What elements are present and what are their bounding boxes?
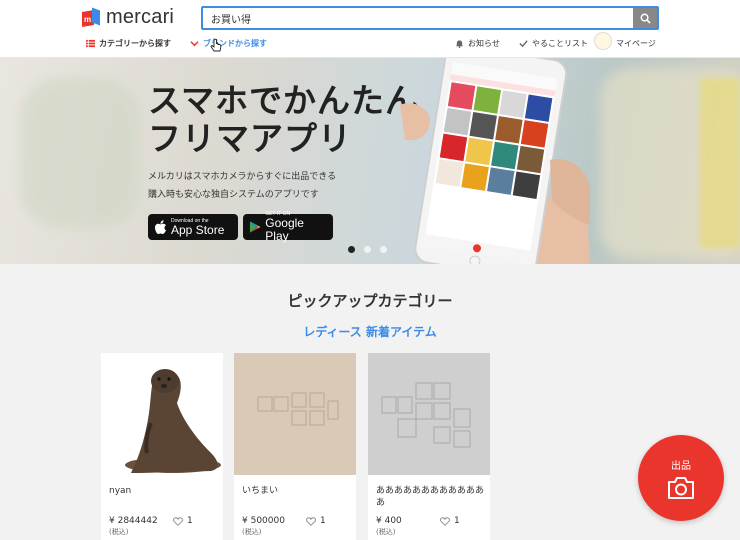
phone-illustration [400, 58, 590, 264]
search-input[interactable] [203, 8, 633, 28]
mercari-logo[interactable]: m mercari [82, 6, 174, 29]
item-tax: (税込) [242, 528, 262, 536]
sell-button[interactable]: 出品 [638, 435, 724, 521]
item-image [234, 353, 356, 475]
nav-category-label: カテゴリーから探す [99, 38, 171, 48]
heart-icon [306, 516, 316, 526]
app-store-big: App Store [171, 222, 225, 237]
bell-icon [455, 39, 464, 48]
item-image [101, 353, 223, 475]
item-likes[interactable]: 1 [173, 516, 193, 526]
logo-text: mercari [106, 6, 175, 28]
list-icon [86, 39, 95, 47]
item-likes[interactable]: 1 [306, 516, 326, 526]
chevron-down-icon [190, 40, 199, 46]
section-title: ピックアップカテゴリー [287, 292, 453, 310]
item-name: あああああああああああああ [376, 486, 485, 508]
google-play-icon [249, 221, 261, 233]
hero-title: スマホでかんたん フリマアプリ [148, 81, 420, 158]
search-icon [640, 13, 651, 24]
check-icon [519, 39, 528, 47]
item-price: ¥ 500000 [242, 516, 285, 526]
search-button[interactable] [633, 8, 657, 28]
item-price: ¥ 2844442 [109, 516, 158, 526]
nav-brand[interactable]: ブランドから探す [190, 36, 267, 50]
mercari-cube-icon: m [82, 7, 100, 28]
item-name: nyan [109, 486, 132, 496]
carousel-dots [348, 246, 387, 253]
heart-icon [173, 516, 183, 526]
heart-icon [440, 516, 450, 526]
carousel-dot[interactable] [348, 246, 355, 253]
hero-description: メルカリはスマホカメラからすぐに出品できる 購入時も安心な独自システムのアプリで… [148, 172, 337, 200]
header: m mercari カテゴリーから探す ブランドから探す お知らせ やることリス… [0, 0, 740, 58]
nav-category[interactable]: カテゴリーから探す [86, 36, 171, 50]
item-tax: (税込) [109, 528, 129, 536]
nav-todo[interactable]: やることリスト [519, 36, 588, 50]
item-likes-count: 1 [187, 516, 193, 526]
item-tax: (税込) [376, 528, 396, 536]
hero-banner[interactable]: スマホでかんたん フリマアプリ メルカリはスマホカメラからすぐに出品できる 購入… [0, 58, 740, 264]
avatar [594, 32, 612, 50]
google-play-button[interactable]: GET IT ON Google Play [243, 211, 333, 243]
app-store-button[interactable]: Download on the App Store [148, 214, 238, 240]
sell-button-label: 出品 [671, 460, 691, 472]
pointer-cursor-icon [210, 38, 222, 52]
item-card[interactable]: いちまい ¥ 500000 (税込) 1 [234, 353, 356, 540]
nav-mypage[interactable]: マイページ [594, 32, 656, 50]
item-image [368, 353, 490, 475]
item-card[interactable]: nyan ¥ 2844442 (税込) 1 [101, 353, 223, 540]
carousel-dot[interactable] [380, 246, 387, 253]
google-play-big: Google Play [265, 216, 304, 243]
item-price: ¥ 400 [376, 516, 402, 526]
section-subtitle-link[interactable]: レディース 新着アイテム [0, 323, 740, 340]
item-likes[interactable]: 1 [440, 516, 460, 526]
nav-todo-label: やることリスト [532, 38, 588, 48]
nav-notice-label: お知らせ [468, 38, 500, 48]
item-card[interactable]: あああああああああああああ ¥ 400 (税込) 1 [368, 353, 490, 540]
carousel-dot[interactable] [364, 246, 371, 253]
nav-mypage-label: マイページ [616, 38, 656, 48]
search-box [201, 6, 659, 30]
apple-icon [155, 219, 166, 234]
camera-icon [668, 476, 694, 499]
nav-notice[interactable]: お知らせ [455, 36, 500, 50]
item-name: いちまい [242, 486, 279, 496]
item-likes-count: 1 [320, 516, 326, 526]
item-likes-count: 1 [454, 516, 460, 526]
